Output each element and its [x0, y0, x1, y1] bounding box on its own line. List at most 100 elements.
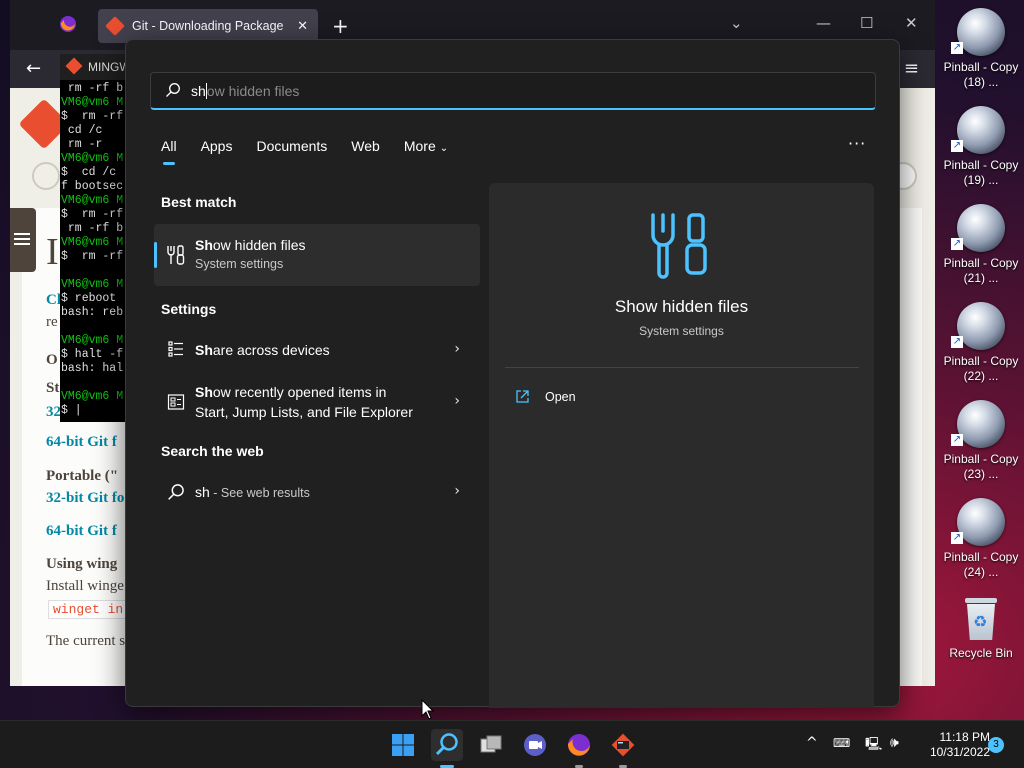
filter-tab-documents[interactable]: Documents	[256, 138, 327, 166]
filter-tab-web[interactable]: Web	[351, 138, 380, 166]
result-label-rest: are across devices	[212, 342, 330, 358]
settings-tools-large-icon	[651, 213, 707, 279]
web-search-result[interactable]: sh - See web results ›	[154, 478, 480, 506]
best-match-subtitle: System settings	[195, 257, 284, 271]
new-tab-icon[interactable]: +	[332, 14, 349, 38]
firefox-icon[interactable]	[58, 14, 78, 34]
keyboard-icon[interactable]: ⌨	[833, 736, 850, 750]
filter-tab-all[interactable]: All	[161, 138, 177, 166]
settings-tools-icon	[167, 245, 185, 265]
start-search-panel: show hidden files All Apps Documents Web…	[125, 39, 900, 708]
chevron-right-icon[interactable]: ›	[454, 483, 460, 499]
terminal-window[interactable]: MINGW rm -rf b VM6@vm6 M $ rm -rf cd /c rm…	[60, 54, 130, 422]
page-link[interactable]: Cl	[46, 292, 61, 309]
chevron-right-icon[interactable]: ›	[454, 393, 460, 409]
chevron-right-icon[interactable]: ›	[454, 341, 460, 357]
search-web-heading: Search the web	[161, 443, 264, 459]
close-window-icon[interactable]: ✕	[905, 14, 918, 32]
desktop-icon-pinball-21[interactable]: ↗ Pinball - Copy (21) ...	[938, 202, 1024, 300]
desktop-icon-label: Pinball - Copy (22) ...	[943, 354, 1019, 383]
git-logo-icon	[105, 16, 125, 36]
result-label: Show recently opened items in Start, Jump…	[195, 382, 413, 422]
taskbar-firefox[interactable]	[563, 729, 595, 768]
network-icon[interactable]: 🖳	[865, 735, 882, 757]
terminal-line: $ cd /c	[61, 166, 117, 179]
result-share-across-devices[interactable]: Share across devices ›	[154, 336, 480, 364]
pinball-icon	[957, 8, 1005, 56]
chevron-down-icon: ⌄	[439, 143, 449, 154]
terminal-line: VM6@vm6 M	[61, 390, 124, 403]
desktop-icon-pinball-19[interactable]: ↗ Pinball - Copy (19) ...	[938, 104, 1024, 202]
terminal-line: rm -rf b	[61, 222, 124, 235]
terminal-output: rm -rf b VM6@vm6 M $ rm -rf cd /c rm -r VM6…	[60, 82, 123, 418]
maximize-icon[interactable]: ☐	[860, 14, 873, 32]
page-heading-fragment: I	[46, 231, 59, 273]
shortcut-arrow-icon: ↗	[951, 532, 963, 544]
terminal-line: VM6@vm6 M	[61, 236, 124, 249]
desktop-icon-pinball-24[interactable]: ↗ Pinball - Copy (24) ...	[938, 496, 1024, 594]
web-result-label: sh - See web results	[195, 482, 310, 503]
pinball-icon	[957, 302, 1005, 350]
best-match-heading: Best match	[161, 194, 237, 210]
filter-tab-apps[interactable]: Apps	[201, 138, 233, 166]
desktop-icon-label: Pinball - Copy (23) ...	[943, 452, 1019, 481]
search-autocomplete-hint: ow hidden files	[206, 83, 300, 99]
result-label: Share across devices	[195, 340, 330, 360]
result-show-recently-opened[interactable]: Show recently opened items in Start, Jump…	[154, 378, 480, 426]
chat-button[interactable]	[519, 729, 551, 761]
download-link-64bit[interactable]: 64-bit Git f	[46, 434, 117, 451]
clock-time: 11:18 PM	[939, 730, 990, 744]
search-input[interactable]: show hidden files	[150, 72, 876, 110]
filter-tab-more[interactable]: More ⌄	[404, 138, 448, 166]
tab-list-chevron-icon[interactable]: ⌄	[730, 14, 743, 32]
shortcut-arrow-icon: ↗	[951, 238, 963, 250]
search-icon	[166, 83, 180, 97]
page-text: re	[46, 314, 58, 330]
download-link-portable-64[interactable]: 64-bit Git f	[46, 523, 117, 540]
open-action-label: Open	[545, 390, 576, 404]
best-match-result[interactable]: Show hidden files System settings	[154, 224, 480, 286]
search-icon	[435, 733, 458, 756]
more-options-icon[interactable]: ···	[848, 134, 866, 153]
close-tab-icon[interactable]: ✕	[297, 18, 308, 34]
browser-tab-git[interactable]: Git - Downloading Package ✕	[98, 9, 318, 43]
minimize-icon[interactable]: —	[816, 14, 831, 32]
system-clock[interactable]: 11:18 PM 10/31/2022	[918, 730, 990, 760]
desktop-icon-label: Pinball - Copy (24) ...	[943, 550, 1019, 579]
taskbar-search-button[interactable]	[431, 729, 463, 768]
firefox-icon	[567, 734, 590, 756]
terminal-line: rm -rf b	[61, 82, 124, 95]
desktop-icon-pinball-22[interactable]: ↗ Pinball - Copy (22) ...	[938, 300, 1024, 398]
page-subheading: Portable ("	[46, 468, 119, 484]
tray-overflow-chevron-icon[interactable]: ^	[806, 735, 818, 751]
desktop-icon-pinball-23[interactable]: ↗ Pinball - Copy (23) ...	[938, 398, 1024, 496]
terminal-line: f bootsec	[61, 180, 124, 193]
selection-indicator	[154, 242, 157, 268]
start-button[interactable]	[387, 729, 419, 761]
sidebar-toggle-button[interactable]	[10, 208, 36, 272]
terminal-line: VM6@vm6 M	[61, 278, 124, 291]
result-preview-pane: Show hidden files System settings Open	[489, 183, 874, 708]
match-highlight: Sh	[195, 342, 213, 358]
menu-icon[interactable]: ≡	[904, 58, 919, 79]
best-match-title-rest: ow hidden files	[212, 237, 306, 253]
task-view-button[interactable]	[475, 729, 507, 761]
desktop-icon-pinball-18[interactable]: ↗ Pinball - Copy (18) ...	[938, 6, 1024, 104]
terminal-line: $ rm -rf	[61, 208, 124, 221]
volume-icon[interactable]: 🕪	[890, 735, 899, 751]
back-arrow-icon[interactable]: ←	[26, 58, 41, 79]
notification-count-badge[interactable]: 3	[988, 737, 1004, 753]
desktop-icon-recycle-bin[interactable]: ♻ Recycle Bin	[938, 594, 1024, 692]
terminal-line: $ reboot	[61, 292, 117, 305]
mouse-pointer-icon	[421, 699, 435, 720]
site-search-icon[interactable]	[32, 162, 60, 190]
terminal-line: rm -r	[61, 138, 103, 151]
taskbar-git-bash[interactable]	[607, 729, 639, 768]
desktop-icon-label: Recycle Bin	[949, 646, 1013, 660]
page-link[interactable]: 32	[46, 404, 61, 421]
divider	[505, 367, 859, 368]
download-link-portable-32[interactable]: 32-bit Git fo	[46, 490, 124, 507]
list-settings-icon	[168, 341, 183, 357]
result-label-line2: Start, Jump Lists, and File Explorer	[195, 404, 413, 420]
